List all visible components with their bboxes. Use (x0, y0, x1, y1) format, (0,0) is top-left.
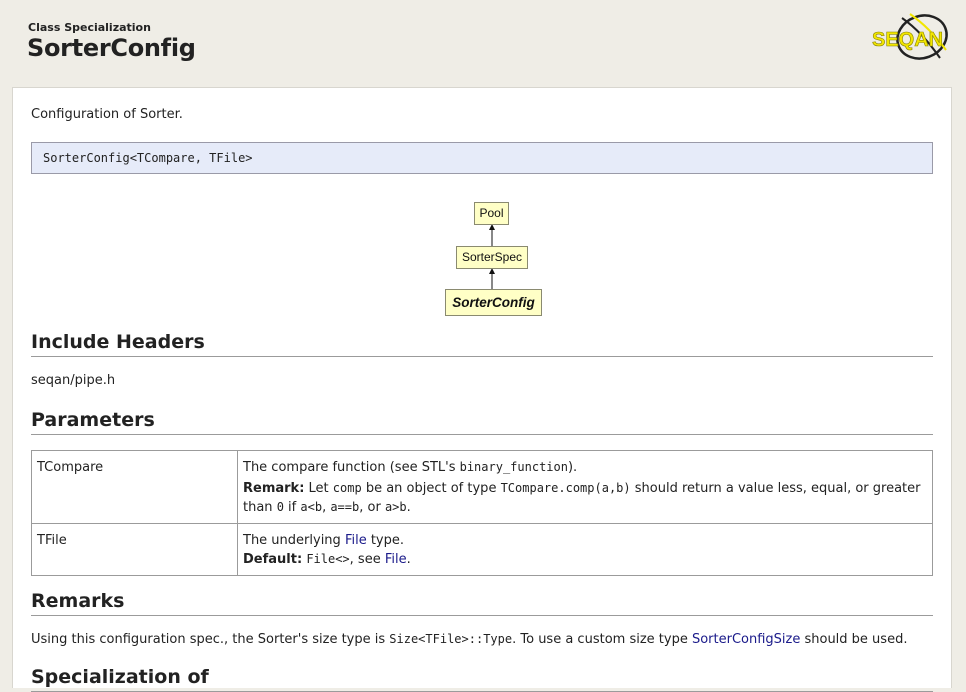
remark-label: Remark: (243, 481, 305, 496)
section-parameters: Parameters (31, 409, 933, 435)
file-link[interactable]: File (345, 533, 367, 548)
include-path: seqan/pipe.h (31, 373, 116, 388)
default-label: Default: (243, 552, 303, 567)
param-name: TCompare (31, 450, 238, 524)
remarks-text: Using this configuration spec., the Sort… (31, 632, 908, 647)
section-include-headers: Include Headers (31, 331, 933, 357)
param-description: The compare function (see STL's binary_f… (237, 450, 933, 524)
param-name: TFile (31, 523, 238, 576)
table-row: TCompare The compare function (see STL's… (31, 450, 933, 524)
page-title: SorterConfig (27, 34, 196, 62)
signature-box: SorterConfig<TCompare, TFile> (31, 142, 933, 174)
diagram-node-sorterconfig: SorterConfig (445, 289, 542, 316)
content-panel: Configuration of Sorter. SorterConfig<TC… (12, 87, 952, 692)
seqan-logo[interactable]: SEQAN (870, 10, 952, 64)
diagram-node-sorterspec[interactable]: SorterSpec (456, 246, 528, 269)
intro-text: Configuration of Sorter. (31, 107, 183, 122)
entity-kind: Class Specialization (28, 21, 151, 34)
logo-text: SEQAN (872, 29, 943, 51)
file-link[interactable]: File (385, 552, 407, 567)
parameters-table: TCompare The compare function (see STL's… (31, 450, 933, 576)
inheritance-diagram: Pool SorterSpec SorterConfig (31, 200, 933, 320)
page-header: Class Specialization SorterConfig SEQAN (0, 0, 966, 86)
section-remarks: Remarks (31, 590, 933, 616)
table-row: TFile The underlying File type. Default:… (31, 523, 933, 576)
sorterconfigsize-link[interactable]: SorterConfigSize (692, 632, 800, 647)
param-description: The underlying File type. Default: File<… (237, 523, 933, 576)
diagram-node-pool[interactable]: Pool (474, 202, 509, 225)
section-specialization-of: Specialization of (31, 666, 933, 692)
